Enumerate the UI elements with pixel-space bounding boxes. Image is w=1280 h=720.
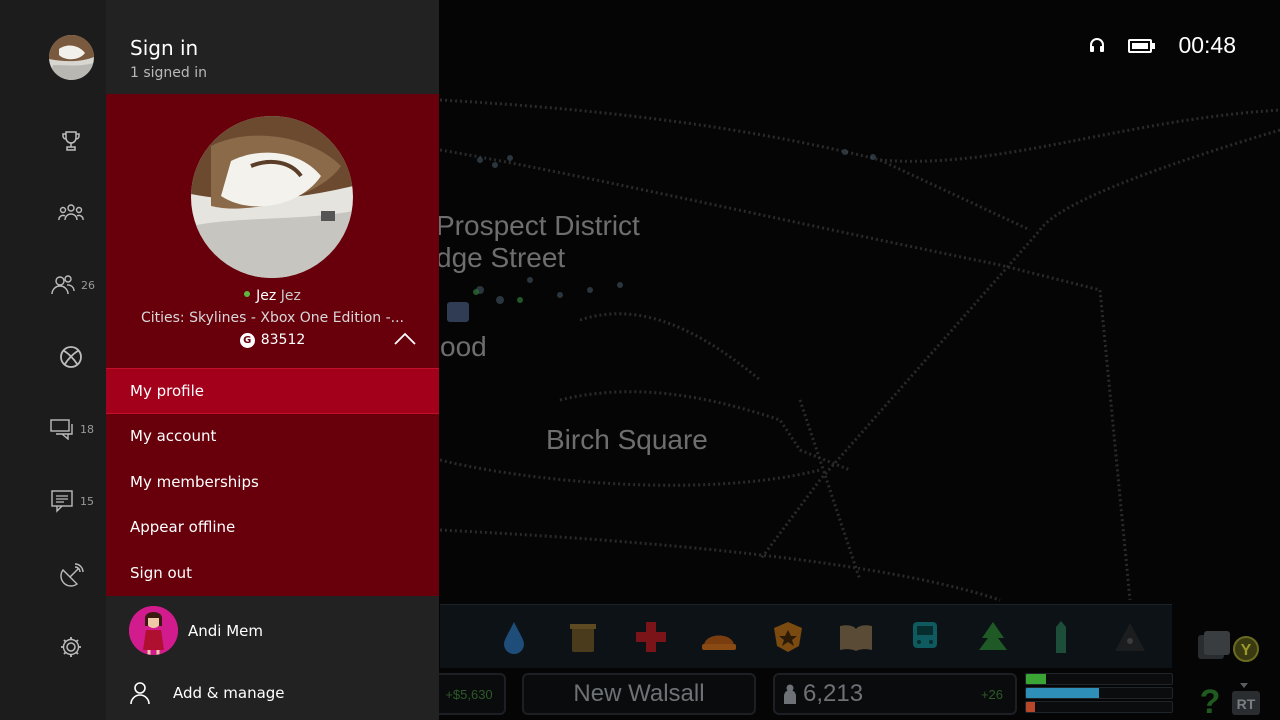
current-game: Cities: Skylines - Xbox One Edition -... [140, 310, 404, 326]
police-icon[interactable] [768, 617, 808, 657]
clubs-icon [58, 204, 84, 221]
district-label: Birch Square [546, 424, 708, 455]
system-status-bar: 00:48 [1088, 32, 1236, 59]
city-name[interactable]: New Walsall [522, 673, 756, 715]
sign-out-item[interactable]: Sign out [106, 550, 439, 596]
demand-meters [1025, 673, 1173, 715]
water-icon[interactable] [494, 617, 534, 657]
garbage-icon[interactable] [563, 617, 603, 657]
district-label: ood [440, 331, 487, 362]
guide-rail: 26 18 15 [0, 0, 106, 720]
friends-tab[interactable]: 26 [48, 270, 98, 300]
money-display: +$5,630 [432, 673, 506, 715]
gear-icon [61, 637, 81, 657]
population-display: 6,213 +26 [773, 673, 1017, 715]
panel-title: Sign in [130, 36, 199, 60]
unique-buildings-icon[interactable] [1041, 617, 1081, 657]
messages-tab[interactable]: 15 [48, 486, 98, 516]
parties-tab[interactable]: 18 [48, 414, 98, 444]
achievements-tab[interactable] [48, 126, 98, 156]
my-account-item[interactable]: My account [106, 414, 439, 460]
appear-offline-item[interactable]: Appear offline [106, 505, 439, 551]
clock: 00:48 [1178, 32, 1236, 58]
broadcast-tab[interactable] [48, 560, 98, 590]
sign-in-panel: Sign in 1 signed in Jez Jez Cities: Skyl… [106, 0, 439, 720]
home-tab[interactable] [48, 342, 98, 372]
clubs-tab[interactable] [48, 198, 98, 228]
settings-tab[interactable] [48, 632, 98, 662]
population-delta: +26 [980, 686, 1003, 702]
parks-icon[interactable] [973, 617, 1013, 657]
game-toolbar [440, 604, 1172, 668]
friends-count: 26 [81, 278, 95, 292]
profile-avatar [191, 116, 353, 278]
online-status-dot [244, 291, 251, 297]
person-icon [784, 684, 796, 704]
my-profile-item[interactable]: My profile [106, 368, 439, 414]
messages-icon [51, 490, 73, 513]
gamerscore-icon: G [239, 332, 255, 348]
gamertag-line: Jez Jez [106, 288, 439, 304]
other-user-item[interactable]: Andi Mem [106, 595, 439, 666]
education-icon[interactable] [836, 617, 876, 657]
svg-text:RT: RT [1237, 696, 1256, 712]
public-transport-icon[interactable] [905, 617, 945, 657]
battery-icon [1128, 38, 1156, 53]
parties-count: 18 [80, 422, 94, 436]
chevron-up-icon[interactable] [393, 330, 417, 348]
other-user-avatar [129, 606, 178, 655]
controller-hints: Y ? RT [1190, 625, 1270, 720]
profile-card: Jez Jez Cities: Skylines - Xbox One Edit… [106, 94, 439, 368]
other-user-name: Andi Mem [188, 621, 264, 640]
fire-department-icon[interactable] [699, 617, 739, 657]
real-name: Jez [280, 288, 301, 304]
profile-menu: My profile My account My memberships App… [106, 368, 439, 596]
residential-meter [1025, 673, 1173, 685]
my-memberships-item[interactable]: My memberships [106, 459, 439, 505]
person-icon [130, 682, 150, 705]
monuments-icon[interactable] [1110, 617, 1150, 657]
gamerscore-value: 83512 [260, 332, 306, 348]
industrial-meter [1025, 701, 1173, 713]
population-value: 6,213 [803, 680, 864, 707]
xbox-logo-icon [60, 346, 82, 368]
party-chat-icon [50, 419, 73, 440]
add-manage-label: Add & manage [173, 684, 285, 702]
friends-icon [51, 275, 75, 295]
svg-text:Y: Y [1241, 642, 1252, 659]
healthcare-icon[interactable] [631, 617, 671, 657]
add-manage-item[interactable]: Add & manage [106, 666, 439, 720]
trophy-icon [62, 131, 80, 151]
commercial-meter [1025, 687, 1173, 699]
panel-subtitle: 1 signed in [130, 65, 208, 81]
gamerscore: G 83512 [106, 332, 439, 348]
district-label: dge Street [436, 242, 566, 273]
gamertag: Jez [256, 288, 277, 304]
district-label: Prospect District [436, 210, 640, 241]
panel-header: Sign in 1 signed in [106, 0, 439, 94]
broadcast-icon [60, 563, 84, 587]
svg-text:?: ? [1200, 683, 1221, 720]
headset-icon [1090, 37, 1105, 52]
messages-count: 15 [80, 494, 94, 508]
profile-avatar-small[interactable] [49, 35, 94, 80]
